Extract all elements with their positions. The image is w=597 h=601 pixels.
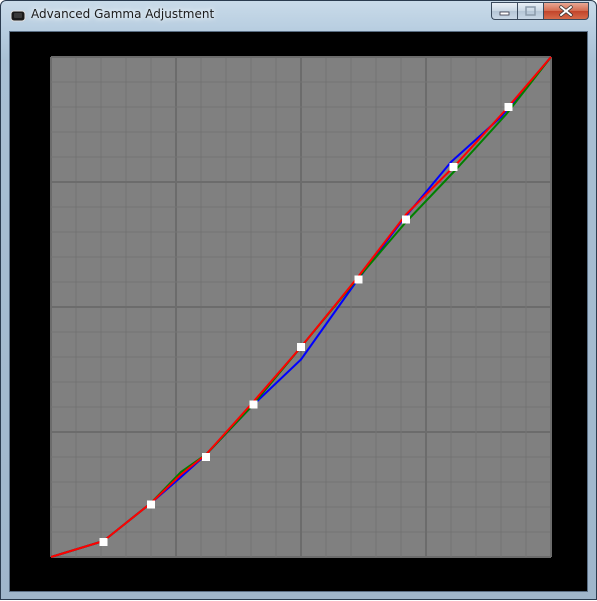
gamma-curve-graph[interactable] — [1, 1, 597, 601]
control-point-handle[interactable] — [354, 275, 363, 284]
control-point-handle[interactable] — [504, 103, 513, 111]
control-point-handle[interactable] — [402, 215, 410, 224]
grid — [50, 56, 552, 558]
control-point-handle[interactable] — [297, 343, 305, 351]
gamma-window: Advanced Gamma Adjustment — [0, 0, 597, 600]
control-point-handle[interactable] — [449, 163, 458, 171]
control-point-handle[interactable] — [249, 400, 258, 409]
control-point-handle[interactable] — [147, 500, 155, 509]
control-point-handle[interactable] — [99, 538, 108, 546]
control-point-handle[interactable] — [202, 453, 210, 461]
